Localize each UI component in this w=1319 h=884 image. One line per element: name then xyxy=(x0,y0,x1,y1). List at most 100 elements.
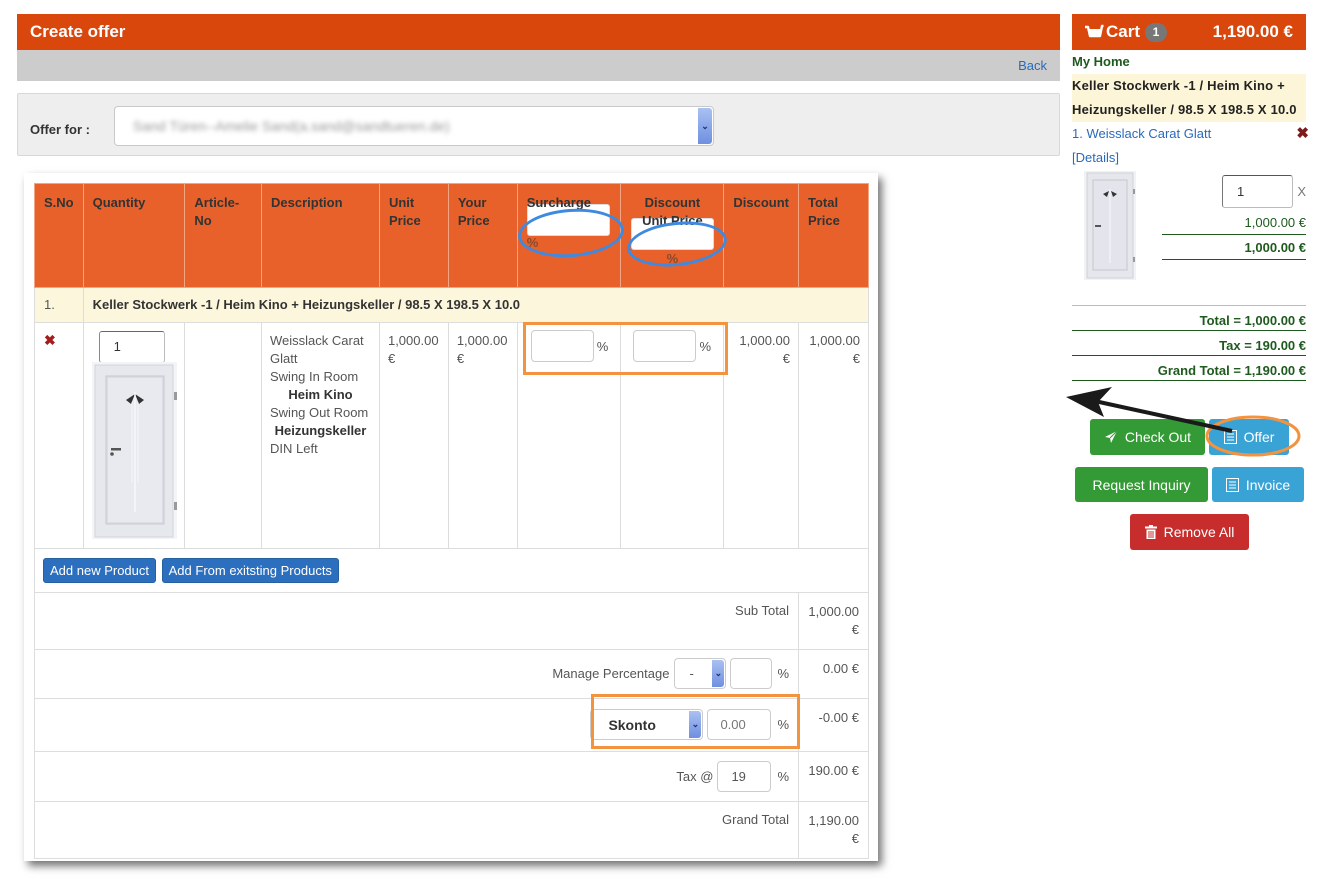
tax-label: Tax @ xyxy=(676,769,714,784)
cart-total-row: Total = 1,000.00 € xyxy=(1072,306,1306,331)
cart-line-total: 1,000.00 € xyxy=(1244,240,1306,255)
manage-percentage-sign-value: - xyxy=(689,666,694,681)
skonto-amount: -0.00 € xyxy=(798,698,869,752)
list-document-icon xyxy=(1225,477,1239,492)
grand-total-label: Grand Total xyxy=(34,801,799,859)
cart-item-details-link[interactable]: [Details] xyxy=(1072,146,1306,170)
request-inquiry-button[interactable]: Request Inquiry xyxy=(1075,467,1208,502)
discount-unit-price-cell: % xyxy=(620,322,725,549)
tax-row: Tax @ 19 % 190.00 € xyxy=(34,751,869,802)
remove-cart-item-icon[interactable]: ✖ xyxy=(1296,122,1309,146)
trash-icon xyxy=(1144,525,1157,539)
offer-items-panel: S.No Quantity Article-No Description Uni… xyxy=(24,173,878,861)
discount-unit-price-input[interactable] xyxy=(633,330,697,362)
offer-for-label: Offer for : xyxy=(30,122,90,137)
surcharge-unit: % xyxy=(596,338,609,354)
chevron-down-icon[interactable]: ⌄ xyxy=(698,108,712,144)
header-sno: S.No xyxy=(34,183,84,288)
discount-unit-price-unit: % xyxy=(699,338,712,354)
door-thumbnail-image xyxy=(1084,171,1136,280)
offer-for-select[interactable]: Sand Türen--Amelie Sand(a.sand@sandtuere… xyxy=(114,106,714,146)
header-surcharge-label: Surcharge xyxy=(526,195,591,210)
cart-project-name: My Home xyxy=(1072,54,1130,69)
article-no-cell xyxy=(184,322,262,549)
skonto-row: Skonto ⌄ 0.00 % -0.00 € xyxy=(34,698,869,752)
header-surcharge: Surcharge % xyxy=(516,183,622,288)
annotation-arrow-head xyxy=(1066,387,1112,417)
request-inquiry-label: Request Inquiry xyxy=(1092,476,1191,493)
tax-rate-input[interactable]: 19 xyxy=(717,761,772,792)
cart-count-badge: 1 xyxy=(1145,22,1168,42)
offer-label: Offer xyxy=(1243,429,1275,445)
surcharge-cell: % xyxy=(516,322,622,549)
cart-panel: Cart 1 1,190.00 € My Home Keller Stockwe… xyxy=(1072,14,1309,381)
table-row: ✖ 1 Weisslack Carat Glatt Swing In Room … xyxy=(34,322,869,549)
cart-item-link[interactable]: 1. Weisslack Carat Glatt xyxy=(1072,126,1211,141)
manage-percentage-input[interactable] xyxy=(730,658,773,689)
cart-total-amount: 1,190.00 € xyxy=(1212,22,1293,41)
cart-title: Cart xyxy=(1106,22,1141,41)
header-description: Description xyxy=(261,183,380,288)
discount-unit-price-all-unit: % xyxy=(666,251,679,266)
cart-item-product: 1 X 1,000.00 € 1,000.00 € xyxy=(1072,170,1306,305)
header-unit-price: Unit Price xyxy=(378,183,449,288)
header-article-no: Article-No xyxy=(184,183,262,288)
cart-header[interactable]: Cart 1 1,190.00 € xyxy=(1072,14,1306,50)
send-icon xyxy=(1104,430,1118,443)
product-name: Weisslack Carat Glatt xyxy=(270,333,364,366)
unit-price-cell: 1,000.00 € xyxy=(378,322,449,549)
skonto-select[interactable]: Skonto ⌄ xyxy=(590,709,704,740)
cart-quantity-input[interactable]: 1 xyxy=(1222,175,1293,208)
offer-button[interactable]: Offer xyxy=(1209,419,1289,455)
chevron-down-icon[interactable]: ⌄ xyxy=(712,660,725,687)
tax-amount: 190.00 € xyxy=(798,751,869,802)
quantity-input[interactable]: 1 xyxy=(98,331,165,363)
add-new-product-button[interactable]: Add new Product xyxy=(43,558,157,583)
add-existing-products-button[interactable]: Add From exitsting Products xyxy=(161,558,339,583)
grand-total-value: 1,190.00 € xyxy=(798,801,869,859)
subtotal-row: Sub Total 1,000.00 € xyxy=(34,592,869,650)
cart-grand-total-row: Grand Total = 1,190.00 € xyxy=(1072,356,1306,381)
your-price-cell: 1,000.00 € xyxy=(447,322,518,549)
swing-out-room: Heizungskeller xyxy=(274,423,367,438)
header-discount-unit-price-label: Discount Unit Price xyxy=(642,195,703,228)
manage-percentage-row: Manage Percentage - ⌄ % 0.00 € xyxy=(34,649,869,699)
invoice-button[interactable]: Invoice xyxy=(1212,467,1304,502)
swing-out-label: Swing Out Room xyxy=(270,405,369,420)
remove-all-label: Remove All xyxy=(1163,524,1235,540)
swing-in-room: Heim Kino xyxy=(288,387,353,402)
divider xyxy=(1162,259,1306,260)
cart-times-sign: X xyxy=(1297,184,1306,199)
door-product-image xyxy=(91,362,177,539)
surcharge-all-unit: % xyxy=(526,235,539,250)
total-price-cell: 1,000.00 € xyxy=(798,322,869,549)
swing-in-label: Swing In Room xyxy=(270,369,359,384)
header-total-price: Total Price xyxy=(798,183,869,288)
manage-percentage-sign-select[interactable]: - ⌄ xyxy=(674,658,727,689)
back-bar: Back xyxy=(17,50,1060,81)
invoice-label: Invoice xyxy=(1245,476,1291,493)
manage-percentage-unit: % xyxy=(777,666,789,681)
manage-percentage-label: Manage Percentage xyxy=(552,666,670,681)
header-discount-unit-price: Discount Unit Price % xyxy=(620,183,725,288)
description-cell: Weisslack Carat Glatt Swing In Room Heim… xyxy=(261,322,380,549)
cart-group-title: Keller Stockwerk -1 / Heim Kino + Heizun… xyxy=(1072,74,1306,122)
header-your-price: Your Price xyxy=(447,183,518,288)
group-row: 1. Keller Stockwerk -1 / Heim Kino + Hei… xyxy=(34,287,870,323)
checkout-button[interactable]: Check Out xyxy=(1090,419,1205,455)
page-title: Create offer xyxy=(17,14,1060,50)
din-direction: DIN Left xyxy=(270,441,318,456)
shopping-cart-icon xyxy=(1085,24,1104,38)
remove-all-button[interactable]: Remove All xyxy=(1130,514,1249,550)
offer-for-panel: Offer for : Sand Türen--Amelie Sand(a.sa… xyxy=(17,93,1060,156)
cart-unit-price: 1,000.00 € xyxy=(1244,215,1306,230)
tax-unit: % xyxy=(777,769,789,784)
subtotal-value: 1,000.00 € xyxy=(798,592,869,650)
back-link[interactable]: Back xyxy=(1018,58,1047,73)
surcharge-input[interactable] xyxy=(530,330,594,362)
remove-item-icon[interactable]: ✖ xyxy=(44,332,56,348)
chevron-down-icon[interactable]: ⌄ xyxy=(689,711,702,738)
grand-total-row: Grand Total 1,190.00 € xyxy=(34,801,869,859)
skonto-input[interactable]: 0.00 xyxy=(707,709,772,740)
divider xyxy=(1162,234,1306,235)
